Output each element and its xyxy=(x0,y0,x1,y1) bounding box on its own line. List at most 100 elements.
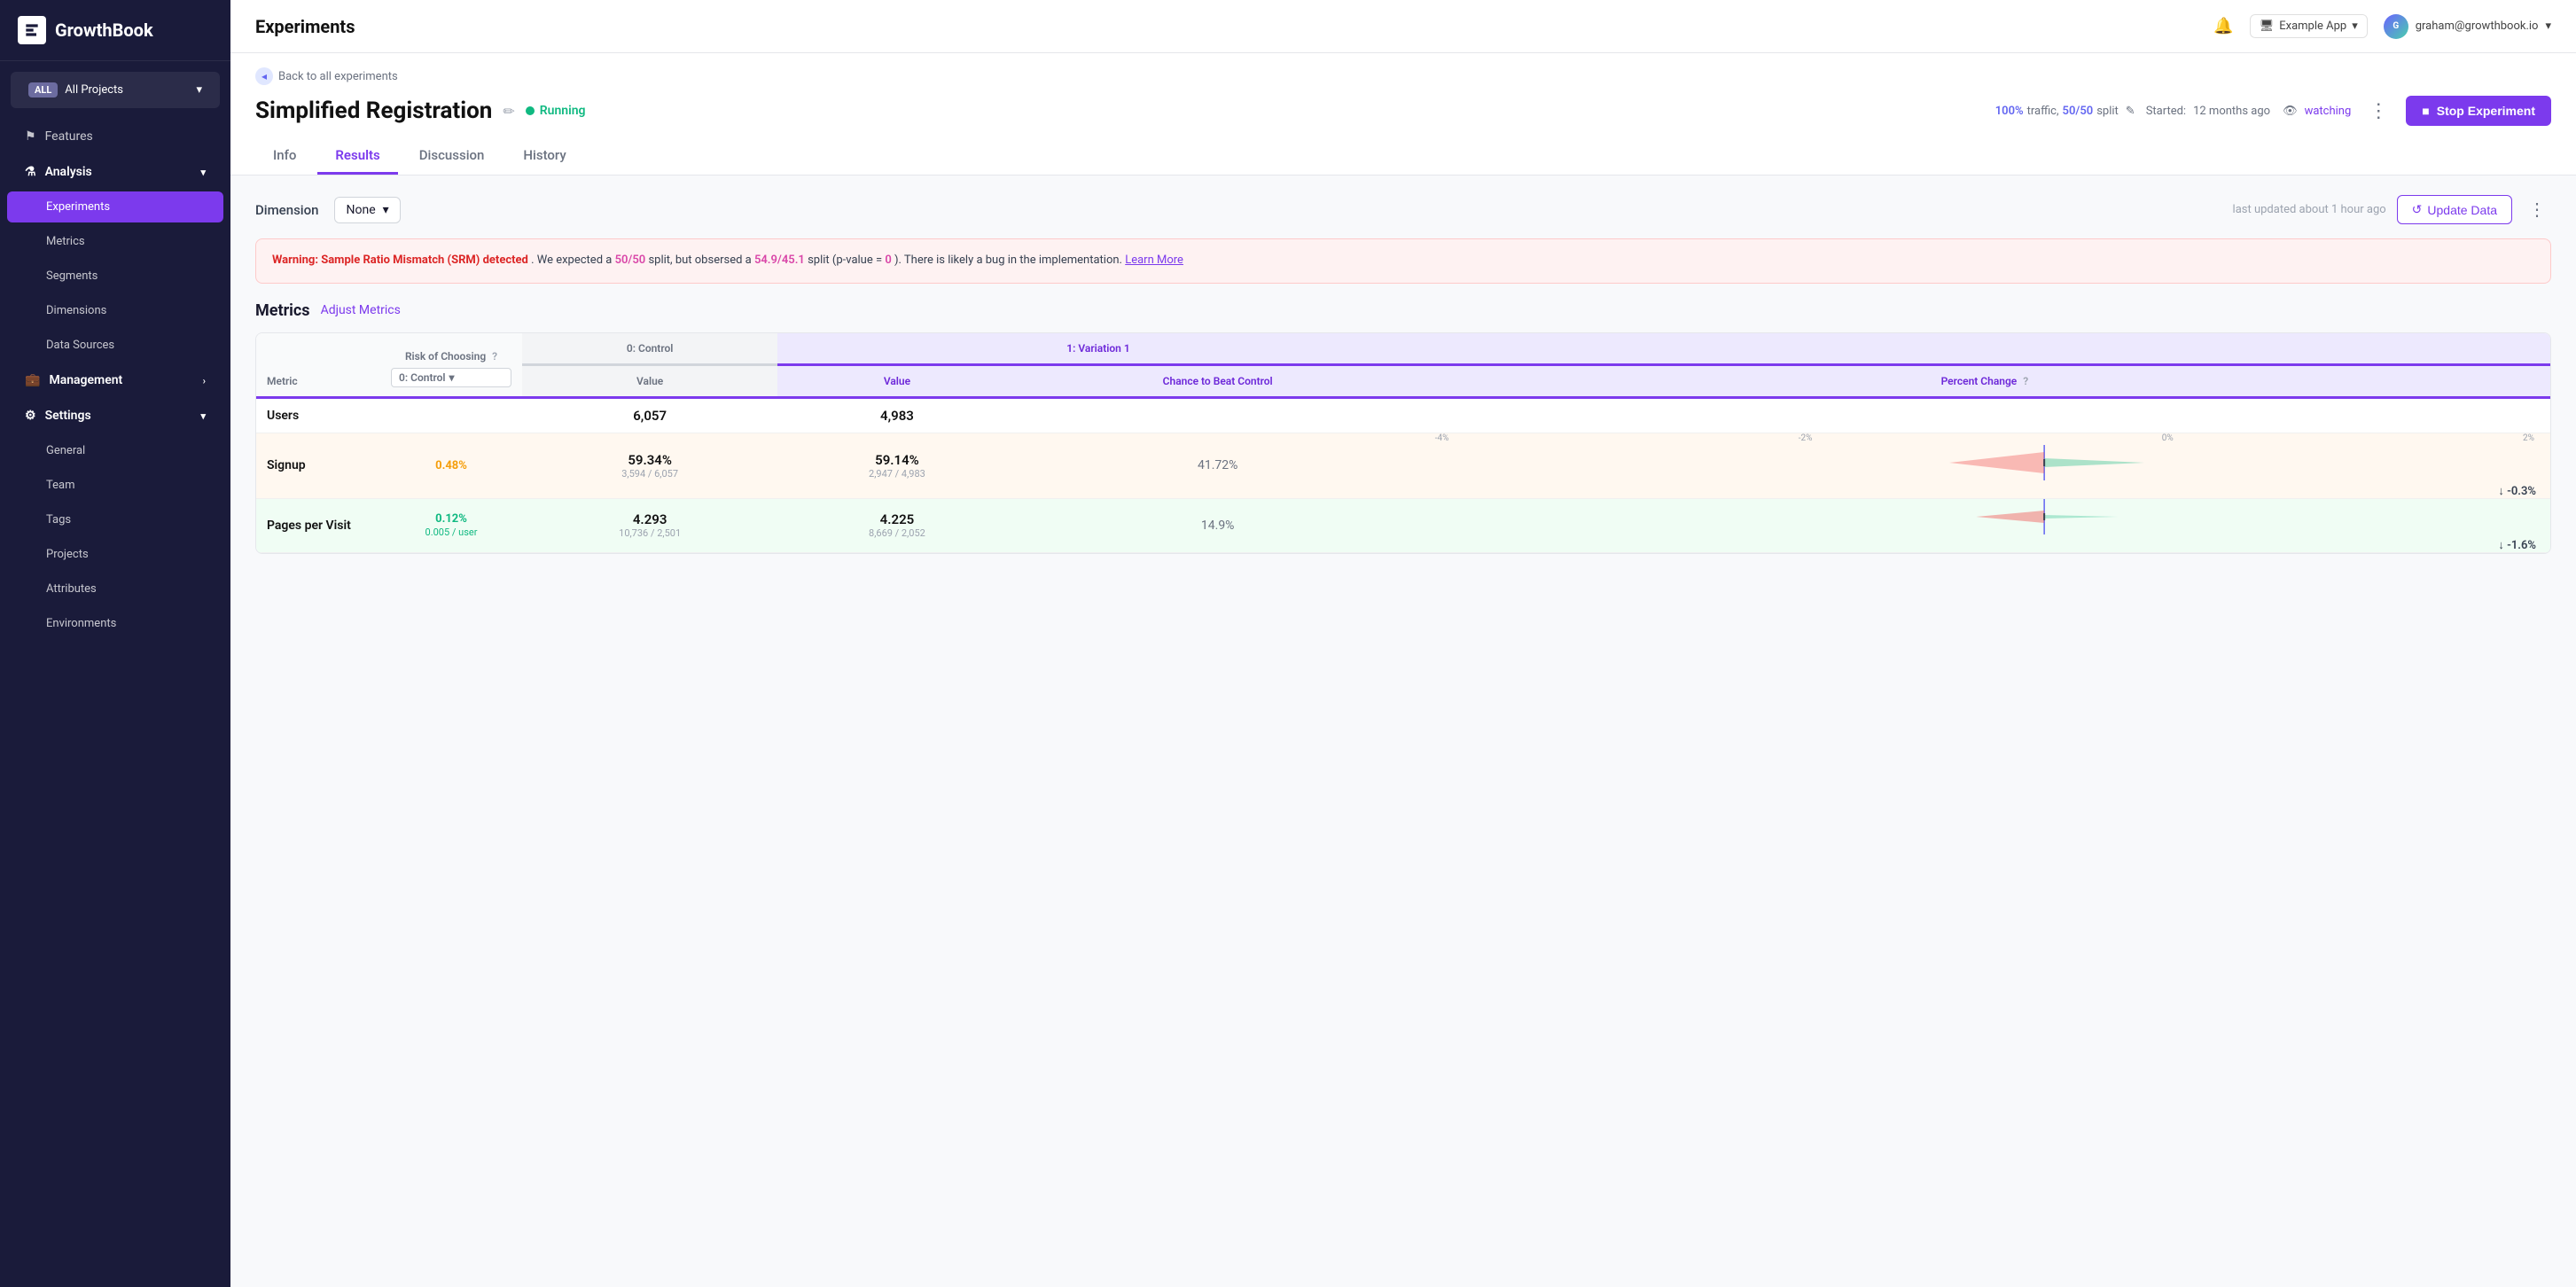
sidebar-item-dimensions[interactable]: Dimensions xyxy=(7,295,223,326)
app-icon: 🖥 xyxy=(2260,20,2275,33)
sidebar-item-metrics[interactable]: Metrics xyxy=(7,226,223,257)
edit-icon[interactable]: ✏ xyxy=(503,103,514,120)
results-area: Dimension None ▾ last updated about 1 ho… xyxy=(230,176,2576,573)
risk-dropdown-arrow: ▾ xyxy=(449,371,455,384)
learn-more-link[interactable]: Learn More xyxy=(1125,254,1183,267)
adjust-metrics-link[interactable]: Adjust Metrics xyxy=(321,303,401,317)
tab-results-label: Results xyxy=(335,147,379,163)
sidebar-item-management[interactable]: 💼 Management › xyxy=(7,364,223,396)
experiment-title-right: 100% traffic, 50/50 split ✎ Started: 12 … xyxy=(1995,96,2551,126)
results-more-button[interactable]: ⋮ xyxy=(2523,199,2551,221)
running-label: Running xyxy=(540,104,586,118)
th-chart xyxy=(1419,333,2550,365)
dimension-label: Dimension xyxy=(255,202,318,218)
sidebar-item-analysis[interactable]: ⚗ Analysis ▾ xyxy=(7,156,223,188)
sidebar-logo: GrowthBook xyxy=(0,0,230,61)
sidebar-item-datasources[interactable]: Data Sources xyxy=(7,330,223,361)
sidebar-item-general-label: General xyxy=(46,444,85,457)
users-variation-value: 4,983 xyxy=(777,397,1016,433)
sidebar-item-attributes[interactable]: Attributes xyxy=(7,573,223,604)
pages-control-value: 4.293 10,736 / 2,501 xyxy=(522,498,777,552)
refresh-icon: ↺ xyxy=(2412,202,2423,217)
tab-results[interactable]: Results xyxy=(317,138,397,175)
th-pct-change: Percent Change ? xyxy=(1419,364,2550,397)
topbar-title: Experiments xyxy=(255,16,355,37)
th-variation-value: Value xyxy=(777,364,1016,397)
dimension-select[interactable]: None ▾ xyxy=(334,197,400,223)
sidebar-item-environments-label: Environments xyxy=(46,617,116,630)
users-control-value: 6,057 xyxy=(522,397,777,433)
sidebar-item-features-label: Features xyxy=(45,129,93,144)
tab-history[interactable]: History xyxy=(505,138,583,175)
user-menu[interactable]: G graham@growthbook.io ▾ xyxy=(2384,14,2551,39)
sidebar-item-dimensions-label: Dimensions xyxy=(46,304,106,317)
notification-icon[interactable]: 🔔 xyxy=(2213,17,2233,35)
warning-pval: 0 xyxy=(885,254,891,267)
pages-chart: ↓ -1.6% xyxy=(1419,498,2550,552)
split-label: split xyxy=(2096,105,2119,118)
sidebar-item-team[interactable]: Team xyxy=(7,470,223,501)
sidebar-item-settings[interactable]: ⚙ Settings ▾ xyxy=(7,400,223,432)
table-row: Pages per Visit 0.12% 0.005 / user 4.293 xyxy=(256,498,2550,552)
back-label: Back to all experiments xyxy=(278,70,398,83)
flask-icon: ⚗ xyxy=(25,165,36,179)
topbar-right: 🔔 🖥 Example App ▾ G graham@growthbook.io… xyxy=(2213,14,2551,39)
warning-text4: ). There is likely a bug in the implemen… xyxy=(894,254,1122,267)
sidebar-item-environments[interactable]: Environments xyxy=(7,608,223,639)
eye-icon: 👁 xyxy=(2283,105,2298,118)
traffic-pct: 100% xyxy=(1995,105,2024,118)
th-variation-label: 1: Variation 1 xyxy=(1066,342,1129,355)
sidebar-item-features[interactable]: ⚑ Features xyxy=(7,121,223,152)
pct-help-icon: ? xyxy=(2023,375,2028,387)
user-email: graham@growthbook.io xyxy=(2416,20,2539,33)
pencil-icon[interactable]: ✎ xyxy=(2126,105,2135,118)
sidebar-item-experiments[interactable]: Experiments xyxy=(7,191,223,222)
sidebar-item-tags[interactable]: Tags xyxy=(7,504,223,535)
sidebar-item-segments[interactable]: Segments xyxy=(7,261,223,292)
users-risk xyxy=(380,397,522,433)
split-value: 50/50 xyxy=(2063,105,2094,118)
sidebar-item-settings-label: Settings xyxy=(45,409,91,423)
pages-variation-value: 4.225 8,669 / 2,052 xyxy=(777,498,1016,552)
users-metric-name: Users xyxy=(256,397,380,433)
experiment-title-row: Simplified Registration ✏ Running 100% t… xyxy=(255,96,2551,126)
sidebar-item-projects[interactable]: Projects xyxy=(7,539,223,570)
tab-info[interactable]: Info xyxy=(255,138,314,175)
table-row: Signup 0.48% 59.34% 3,594 / 6,057 xyxy=(256,433,2550,498)
table-header: Metric Risk of Choosing ? xyxy=(256,333,2550,365)
more-options-button[interactable]: ⋮ xyxy=(2363,99,2393,122)
th-variation: 1: Variation 1 xyxy=(777,333,1418,365)
sidebar-item-segments-label: Segments xyxy=(46,269,98,283)
traffic-info: 100% traffic, 50/50 split ✎ Started: 12 … xyxy=(1995,105,2352,118)
signup-metric-name: Signup xyxy=(256,433,380,498)
update-data-button[interactable]: ↺ Update Data xyxy=(2397,195,2512,224)
experiment-header: ◂ Back to all experiments Simplified Reg… xyxy=(230,53,2576,176)
sidebar-item-management-label: Management xyxy=(49,373,122,387)
pages-metric-name: Pages per Visit xyxy=(256,498,380,552)
th-control: 0: Control xyxy=(522,333,777,365)
users-chance xyxy=(1017,397,1419,433)
table-subheader: Value Value Chance to Beat Control Perce… xyxy=(256,364,2550,397)
analysis-arrow: ▾ xyxy=(200,167,206,178)
sidebar-item-general[interactable]: General xyxy=(7,435,223,466)
sidebar-item-experiments-label: Experiments xyxy=(46,200,110,214)
app-label: Example App xyxy=(2279,20,2346,33)
risk-help-icon: ? xyxy=(492,350,497,363)
settings-arrow: ▾ xyxy=(200,410,206,422)
risk-dropdown[interactable]: 0: Control ▾ xyxy=(391,368,511,387)
sidebar: GrowthBook ALL All Projects ▾ ⚑ Features… xyxy=(0,0,230,1287)
briefcase-icon: 💼 xyxy=(25,373,40,387)
users-chart xyxy=(1419,397,2550,433)
pages-risk: 0.12% 0.005 / user xyxy=(380,498,522,552)
sidebar-item-attributes-label: Attributes xyxy=(46,582,97,596)
sidebar-projects[interactable]: ALL All Projects ▾ xyxy=(11,72,220,108)
tab-discussion[interactable]: Discussion xyxy=(402,138,503,175)
warning-split2: 54.9/45.1 xyxy=(754,254,805,267)
signup-variation-value: 59.14% 2,947 / 4,983 xyxy=(777,433,1016,498)
traffic-label: traffic, xyxy=(2027,105,2059,118)
metrics-table: Metric Risk of Choosing ? xyxy=(255,332,2551,554)
app-selector[interactable]: 🖥 Example App ▾ xyxy=(2250,14,2368,38)
stop-experiment-button[interactable]: ■ Stop Experiment xyxy=(2406,96,2551,126)
back-link[interactable]: ◂ Back to all experiments xyxy=(255,67,2551,85)
update-btn-label: Update Data xyxy=(2427,203,2497,217)
